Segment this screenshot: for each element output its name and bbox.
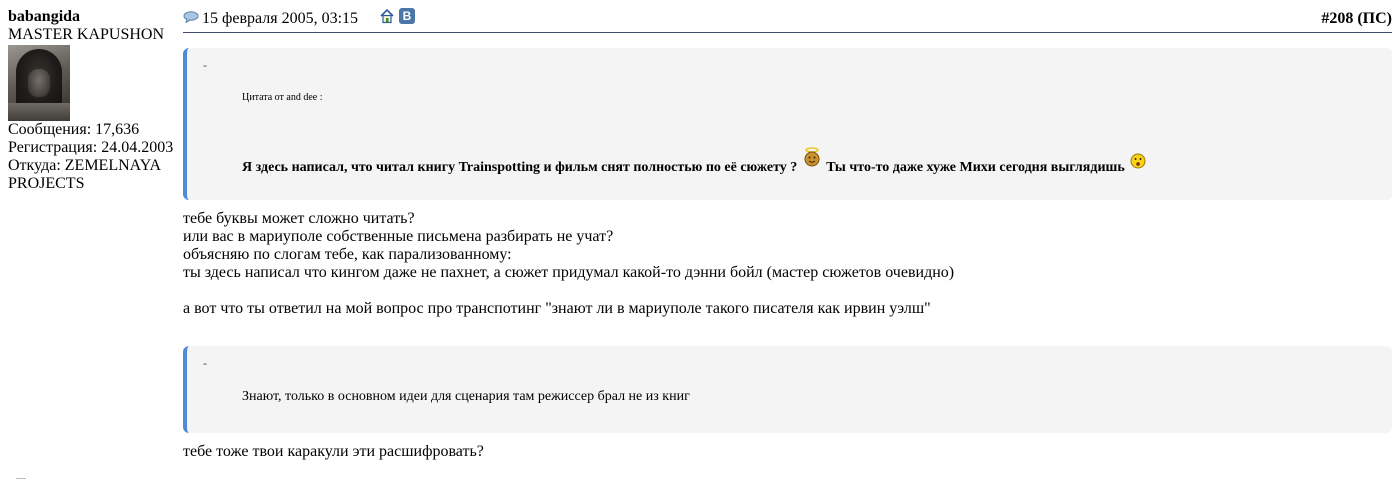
post-date: 15 февраля 2005, 03:15 <box>202 10 359 27</box>
user-registration: Регистрация: 24.04.2003 <box>8 139 174 156</box>
divider <box>16 478 26 479</box>
user-title: MASTER KAPUSHON <box>8 26 165 43</box>
user-post-count: Сообщения: 17,636 <box>8 121 140 138</box>
quote-text-part2: Ты что-то даже хуже Михи сегодня выгляди… <box>826 160 1125 175</box>
avatar-face <box>28 69 50 97</box>
home-icon[interactable] <box>379 8 395 24</box>
user-location: Откуда: ZEMELNAYA PROJECTS <box>8 157 161 192</box>
post-line: объясняю по слогам тебе, как парализован… <box>183 246 512 263</box>
quote-block: - Знают, только в основном идеи для сцен… <box>183 346 1392 433</box>
post-line: тебе буквы может сложно читать? <box>183 210 415 227</box>
post-line: ты здесь написал что кингом даже не пахн… <box>183 264 955 281</box>
quote-dash: - <box>203 356 207 370</box>
post-header: 15 февраля 2005, 03:15 B #208 (ПС) <box>183 8 1392 33</box>
surprised-smiley-icon <box>1130 153 1146 169</box>
quote-text: Я здесь написал, что читал книгу Trainsp… <box>242 147 1148 176</box>
post-line-blank <box>183 282 954 300</box>
avatar[interactable] <box>8 45 70 121</box>
speech-bubble-icon <box>183 11 199 23</box>
quote-text: Знают, только в основном идеи для сценар… <box>242 389 690 404</box>
angel-smiley-icon <box>804 147 820 167</box>
user-info-panel: babangida MASTER KAPUSHON Сообщения: 17,… <box>8 8 178 193</box>
post-line: а вот что ты ответил на мой вопрос про т… <box>183 300 931 317</box>
post-number-link[interactable]: #208 (ПС) <box>1321 10 1392 28</box>
quote-author: Цитата от and dee : <box>242 92 323 103</box>
quote-dash: - <box>203 58 207 72</box>
post-line: или вас в мариуполе собственные письмена… <box>183 228 614 245</box>
post-body-end: тебе тоже твои каракули эти расшифровать… <box>183 443 484 460</box>
quote-block: - Цитата от and dee : Я здесь написал, ч… <box>183 48 1392 200</box>
post: 15 февраля 2005, 03:15 B #208 (ПС) - Цит… <box>183 8 1392 460</box>
avatar-body <box>8 103 70 121</box>
vk-icon[interactable]: B <box>399 8 415 24</box>
username[interactable]: babangida <box>8 8 178 26</box>
quote-text-part1: Я здесь написал, что читал книгу Trainsp… <box>242 160 798 175</box>
post-body: тебе буквы может сложно читать? или вас … <box>183 210 954 318</box>
